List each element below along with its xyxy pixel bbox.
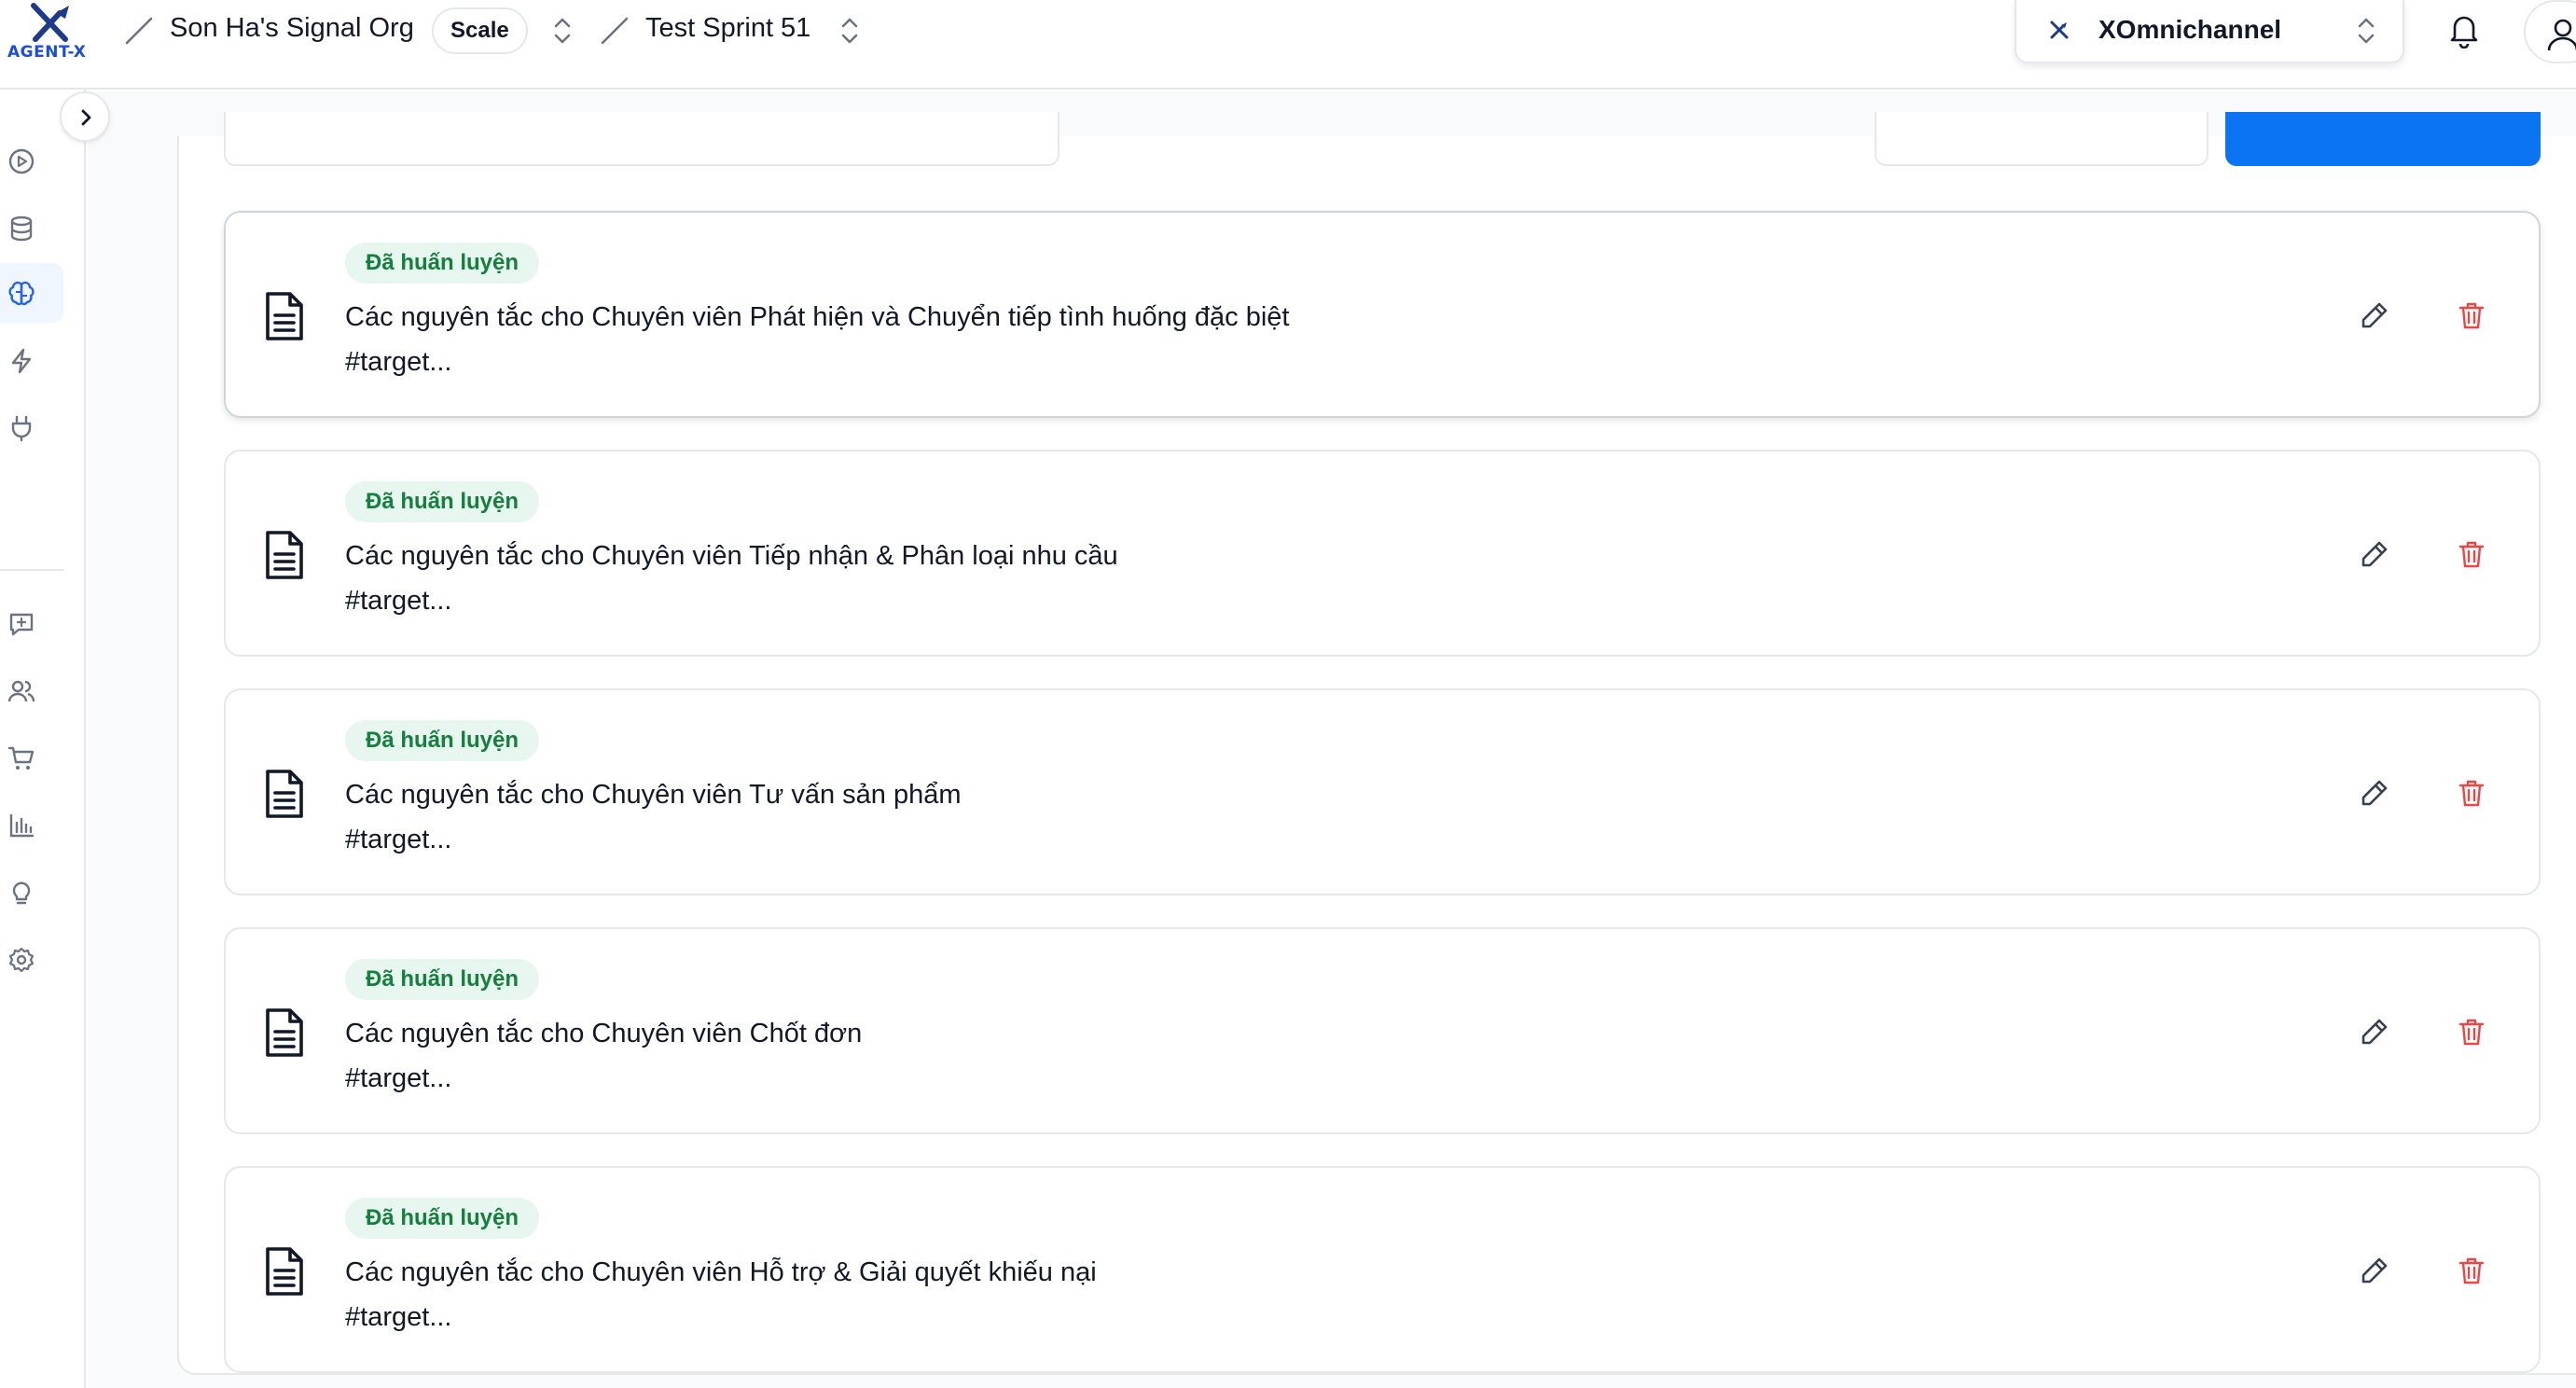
knowledge-card[interactable]: Đã huấn luyện Các nguyên tắc cho Chuyên …: [224, 927, 2541, 1134]
card-tag: #target...: [345, 347, 452, 377]
file-text-icon: [266, 1008, 303, 1057]
chevron-right-icon: [81, 109, 91, 126]
trash-icon: [2458, 1019, 2485, 1046]
play-circle-icon: [8, 148, 35, 174]
sidebar-item-data[interactable]: [0, 198, 63, 257]
message-plus-icon: [9, 613, 34, 636]
pencil-icon: [2361, 1019, 2388, 1045]
pencil-icon: [2361, 780, 2388, 806]
sidebar: [0, 90, 86, 1388]
workspace-selector[interactable]: XOmnichannel: [2015, 0, 2404, 63]
sidebar-divider: [0, 569, 63, 571]
knowledge-card[interactable]: Đã huấn luyện Các nguyên tắc cho Chuyên …: [224, 688, 2541, 895]
knowledge-card[interactable]: Đã huấn luyện Các nguyên tắc cho Chuyên …: [224, 1166, 2541, 1373]
database-icon: [10, 215, 33, 242]
breadcrumb-project[interactable]: Test Sprint 51: [645, 13, 810, 44]
workspace-logo-icon: [2050, 21, 2069, 39]
edit-button[interactable]: [2354, 534, 2395, 575]
user-avatar[interactable]: [2524, 0, 2576, 63]
organization-switcher-icon[interactable]: [548, 15, 576, 47]
trash-icon: [2458, 1257, 2485, 1284]
card-title: Các nguyên tắc cho Chuyên viên Phát hiện…: [345, 302, 1290, 332]
plan-badge: Scale: [432, 7, 528, 54]
sidebar-item-insights[interactable]: [0, 862, 63, 922]
card-title: Các nguyên tắc cho Chuyên viên Tiếp nhận…: [345, 541, 1118, 571]
filter-button[interactable]: [1875, 112, 2209, 166]
brand-name: AGENT-X: [7, 43, 87, 62]
status-badge: Đã huấn luyện: [345, 481, 540, 522]
breadcrumb-separator-icon: [125, 17, 153, 45]
top-bar: AGENT-X Son Ha's Signal Org Scale Test S…: [0, 0, 2576, 90]
status-badge: Đã huấn luyện: [345, 243, 540, 284]
file-text-icon: [266, 292, 303, 340]
delete-button[interactable]: [2451, 1011, 2492, 1052]
card-tag: #target...: [345, 1063, 452, 1093]
file-text-icon: [266, 770, 303, 818]
knowledge-card[interactable]: Đã huấn luyện Các nguyên tắc cho Chuyên …: [224, 211, 2541, 418]
sidebar-item-orders[interactable]: [0, 728, 63, 787]
sidebar-toggle-button[interactable]: [60, 91, 110, 142]
settings-icon: [8, 947, 35, 973]
sidebar-item-customers[interactable]: [0, 660, 63, 720]
card-tag: #target...: [345, 825, 452, 854]
zap-icon: [11, 348, 32, 374]
sidebar-item-integrations[interactable]: [0, 397, 63, 457]
notification-bell-icon[interactable]: [2447, 11, 2481, 49]
trash-icon: [2458, 302, 2485, 329]
card-tag: #target...: [345, 586, 452, 616]
card-title: Các nguyên tắc cho Chuyên viên Tư vấn sả…: [345, 780, 962, 810]
card-tag: #target...: [345, 1302, 452, 1332]
breadcrumb-separator-icon: [601, 17, 629, 45]
edit-button[interactable]: [2354, 295, 2395, 336]
workspace-name: XOmnichannel: [2098, 15, 2282, 44]
bar-chart-icon: [9, 813, 35, 838]
card-title: Các nguyên tắc cho Chuyên viên Chốt đơn: [345, 1019, 863, 1048]
user-icon: [2547, 19, 2576, 51]
project-switcher-icon[interactable]: [836, 15, 864, 47]
delete-button[interactable]: [2451, 1250, 2492, 1291]
status-badge: Đã huấn luyện: [345, 720, 540, 761]
search-input[interactable]: [224, 112, 1059, 166]
plug-icon: [11, 415, 32, 442]
delete-button[interactable]: [2451, 772, 2492, 813]
edit-button[interactable]: [2354, 1250, 2395, 1291]
agent-x-logo[interactable]: AGENT-X: [6, 0, 91, 65]
users-icon: [7, 680, 35, 702]
file-text-icon: [266, 1247, 303, 1296]
card-title: Các nguyên tắc cho Chuyên viên Hỗ trợ & …: [345, 1257, 1097, 1287]
add-knowledge-button[interactable]: [2225, 112, 2541, 166]
sidebar-item-analytics[interactable]: [0, 795, 63, 854]
cart-icon: [7, 746, 35, 770]
edit-button[interactable]: [2354, 1011, 2395, 1052]
sidebar-item-knowledge[interactable]: [0, 263, 63, 323]
status-badge: Đã huấn luyện: [345, 1198, 540, 1239]
trash-icon: [2458, 541, 2485, 568]
sidebar-item-conversations[interactable]: [0, 593, 63, 653]
pencil-icon: [2361, 302, 2388, 328]
pencil-icon: [2361, 1257, 2388, 1284]
breadcrumb-organization[interactable]: Son Ha's Signal Org: [170, 13, 414, 44]
status-badge: Đã huấn luyện: [345, 959, 540, 1000]
edit-button[interactable]: [2354, 772, 2395, 813]
sidebar-item-settings[interactable]: [0, 929, 63, 989]
sidebar-item-playground[interactable]: [0, 131, 63, 190]
agent-x-logo-mark: [31, 3, 69, 42]
delete-button[interactable]: [2451, 295, 2492, 336]
file-text-icon: [266, 531, 303, 579]
pencil-icon: [2361, 541, 2388, 567]
brain-icon: [8, 281, 35, 306]
sidebar-item-actions[interactable]: [0, 330, 63, 390]
knowledge-card[interactable]: Đã huấn luyện Các nguyên tắc cho Chuyên …: [224, 450, 2541, 657]
lightbulb-icon: [12, 881, 31, 905]
delete-button[interactable]: [2451, 534, 2492, 575]
trash-icon: [2458, 780, 2485, 807]
chevron-up-down-icon: [2358, 18, 2375, 44]
